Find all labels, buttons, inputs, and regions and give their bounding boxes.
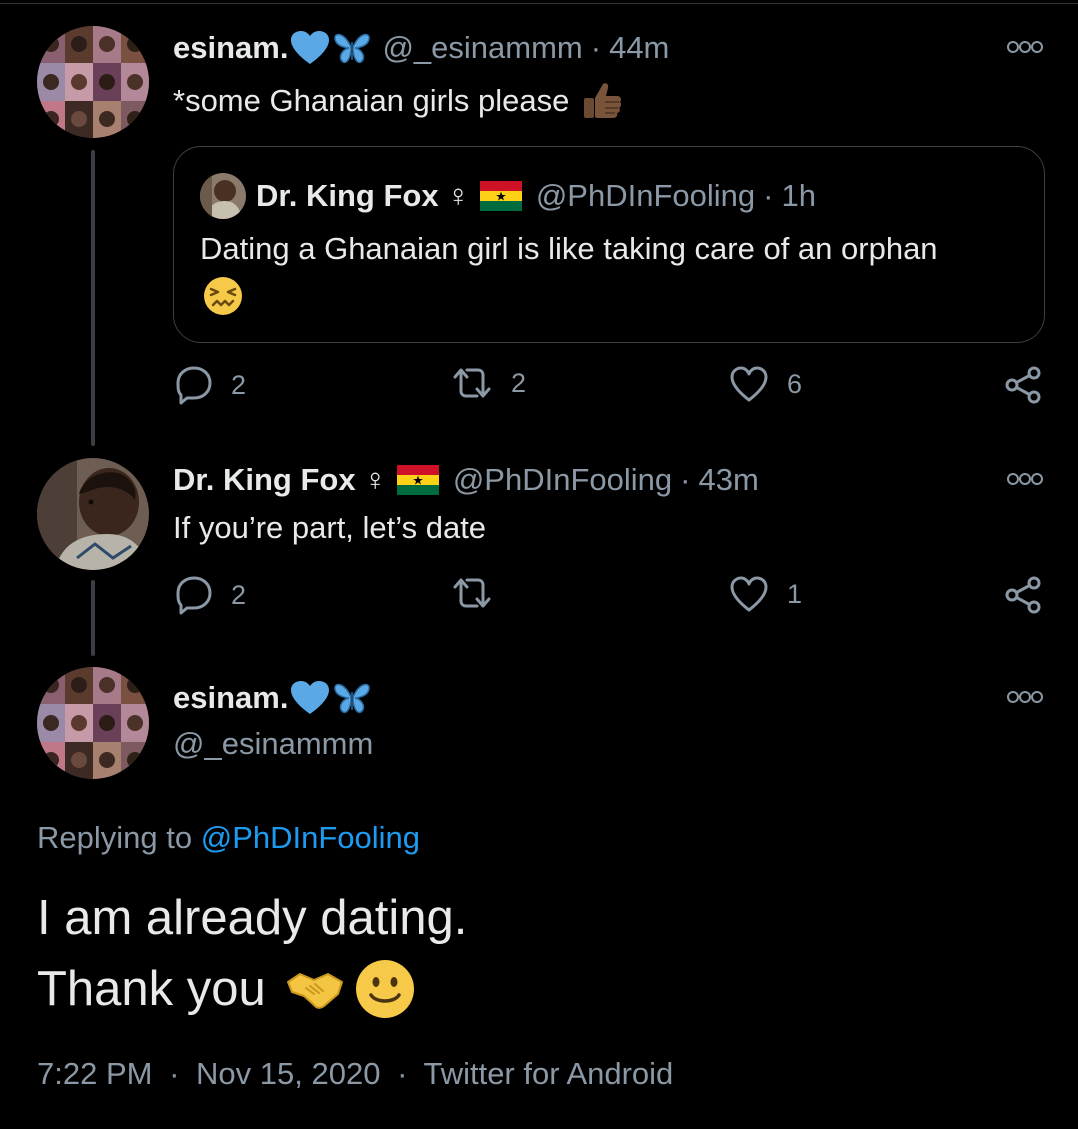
thumbs-up-emoji [584,83,622,118]
retweet-count: 2 [511,367,527,398]
reply-count: 2 [231,579,247,610]
handle[interactable]: @PhDInFooling [453,462,672,498]
retweet-button[interactable]: 2 [451,365,526,401]
reply-button[interactable]: 2 [175,575,246,615]
like-count: 1 [787,578,803,609]
avatar-esinam[interactable] [37,26,149,138]
share-button[interactable] [1003,365,1043,405]
quoted-timestamp: 1h [781,178,816,213]
blue-heart-emoji [291,31,330,64]
butterfly-emoji [334,33,371,64]
tweet-date[interactable]: Nov 15, 2020 [196,1056,380,1091]
timestamp[interactable]: 43m [698,462,758,498]
quoted-text: Dating a Ghanaian girl is like taking ca… [200,231,938,266]
retweet-icon [453,578,491,608]
tweet2-header: Dr. King Fox ♀ @PhDInFooling · 43m [173,462,759,498]
reply-icon [176,366,212,405]
ghana-flag-emoji [479,181,522,211]
avatar-esinam[interactable] [37,667,149,779]
more-options-icon[interactable] [1006,690,1044,704]
replying-to-link[interactable]: @PhDInFooling [201,820,420,855]
avatar-dr-king-fox [200,173,246,219]
main-handle[interactable]: @_esinammm [173,726,373,762]
main-text-line2: Thank you [37,958,416,1020]
tweet1-header: esinam. @_esinammm · 44m [173,30,670,66]
like-button[interactable]: 6 [729,365,802,403]
confounded-face-emoji [204,277,242,315]
display-name[interactable]: esinam. [173,680,288,716]
like-count: 6 [787,368,803,399]
ghana-flag-emoji [396,465,439,495]
butterfly-emoji [334,683,371,714]
like-button[interactable]: 1 [729,575,802,613]
quoted-tweet-header: Dr. King Fox ♀ @PhDInFooling · 1h [200,173,816,219]
handshake-emoji [286,973,343,1009]
tweet1-text: *some Ghanaian girls please [173,80,623,122]
more-options-icon[interactable] [1006,472,1044,486]
main-text-line1: I am already dating. [37,891,468,945]
display-name[interactable]: Dr. King Fox [173,462,356,498]
tweet-time[interactable]: 7:22 PM [37,1056,152,1091]
tweet2-actions: 2 1 [173,575,1053,621]
share-icon [1005,366,1041,404]
reply-icon [176,576,212,615]
share-button[interactable] [1003,575,1043,615]
main-tweet-name: esinam. [173,680,372,716]
quoted-handle: @PhDInFooling [535,178,756,213]
top-divider [0,3,1078,4]
share-icon [1005,576,1041,614]
retweet-icon [453,368,491,398]
handle[interactable]: @_esinammm [382,30,582,66]
blue-heart-emoji [291,681,330,714]
thread-line [91,150,95,446]
female-sign-icon: ♀ [446,178,470,213]
retweet-button[interactable] [451,575,511,611]
replying-to: Replying to @PhDInFooling [37,820,421,855]
quoted-tweet[interactable]: Dr. King Fox ♀ @PhDInFooling · 1h Dating… [173,146,1045,343]
quoted-display-name: Dr. King Fox [256,178,439,213]
display-name[interactable]: esinam. [173,30,288,66]
heart-icon [730,366,768,402]
slightly-smiling-face-emoji [355,960,414,1018]
tweet-footer: 7:22 PM · Nov 15, 2020 · Twitter for And… [37,1056,674,1091]
female-sign-icon: ♀ [363,462,387,497]
heart-icon [730,576,768,612]
reply-count: 2 [231,369,247,400]
tweet2-text: If you’re part, let’s date [173,510,487,545]
tweet1-actions: 2 2 6 [173,365,1053,411]
avatar-dr-king-fox[interactable] [37,458,149,570]
timestamp[interactable]: 44m [609,30,669,66]
tweet-client: Twitter for Android [423,1056,674,1091]
more-options-icon[interactable] [1006,40,1044,54]
reply-button[interactable]: 2 [175,365,246,405]
thread-line-2 [91,580,95,656]
